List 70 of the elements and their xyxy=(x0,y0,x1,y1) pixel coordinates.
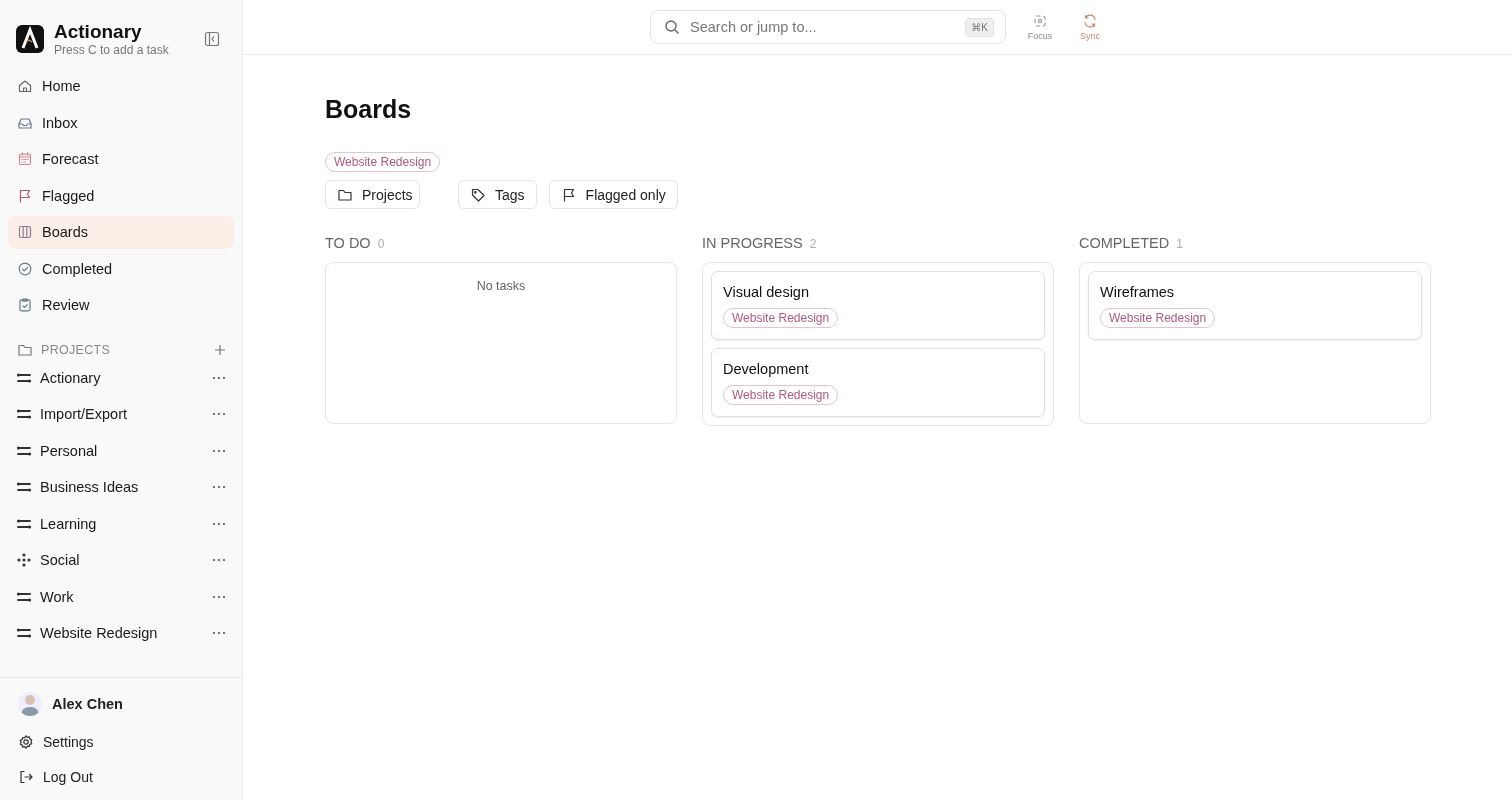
nav-item[interactable]: Completed xyxy=(8,252,234,285)
task-card[interactable]: Development Website Redesign xyxy=(711,348,1045,417)
column-count: 0 xyxy=(377,237,385,251)
logout-icon xyxy=(18,768,34,785)
sidebar-toggle-icon[interactable] xyxy=(204,31,220,47)
settings-icon xyxy=(18,733,34,750)
project-item[interactable]: Actionary xyxy=(40,369,204,386)
check-circle-icon xyxy=(17,260,33,277)
task-card[interactable]: Visual design Website Redesign xyxy=(711,271,1045,340)
search-field[interactable]: Search or jump to... xyxy=(688,18,958,36)
nav-item[interactable]: Home xyxy=(8,70,234,103)
nav-item[interactable]: Review xyxy=(8,289,234,322)
task-title: Development xyxy=(723,361,810,377)
project-tag: Website Redesign xyxy=(723,385,839,405)
nav-item[interactable]: Inbox xyxy=(8,106,234,139)
section-title: PROJECTS xyxy=(41,342,112,357)
project-tag: Website Redesign xyxy=(1100,308,1216,328)
task-title: Wireframes xyxy=(1100,284,1176,300)
clipboard-icon xyxy=(17,297,33,314)
task-title: Visual design xyxy=(723,284,810,300)
avatar xyxy=(18,692,42,716)
more-icon[interactable] xyxy=(212,594,226,599)
flag-icon xyxy=(17,187,33,204)
project-item[interactable]: Business Ideas xyxy=(40,479,204,496)
project-item[interactable]: Website Redesign xyxy=(40,625,204,642)
more-icon[interactable] xyxy=(212,448,226,453)
nav-item[interactable]: Forecast xyxy=(8,143,234,176)
project-item[interactable]: Learning xyxy=(40,515,204,532)
calendar-icon xyxy=(17,151,33,168)
board-icon xyxy=(17,224,33,241)
home-icon xyxy=(17,78,33,95)
project-item[interactable]: Work xyxy=(40,588,204,605)
more-icon[interactable] xyxy=(212,485,226,490)
user-name: Alex Chen xyxy=(52,696,123,712)
column-title: TO DO xyxy=(325,235,371,251)
filter-button[interactable]: Tags xyxy=(458,180,537,209)
project-item[interactable]: Import/Export xyxy=(40,406,204,423)
more-icon[interactable] xyxy=(212,558,226,563)
filter-button[interactable]: Flagged only xyxy=(548,180,678,209)
app-name: Actionary xyxy=(54,21,143,42)
project-tag: Website Redesign xyxy=(723,308,839,328)
footer-link[interactable]: Log Out xyxy=(8,759,234,794)
logo-icon xyxy=(16,25,44,53)
page-title: Boards xyxy=(325,95,413,124)
active-filter-tag[interactable]: Website Redesign xyxy=(325,152,441,172)
project-item[interactable]: Personal xyxy=(40,442,204,459)
task-card[interactable]: Wireframes Website Redesign xyxy=(1088,271,1422,340)
footer-link[interactable]: Settings xyxy=(8,724,234,759)
nav-item[interactable]: Flagged xyxy=(8,179,234,212)
column-title: IN PROGRESS xyxy=(702,235,803,251)
shortcut-hint: ⌘K xyxy=(965,17,994,37)
sync-icon xyxy=(1082,13,1098,29)
empty-message: No tasks xyxy=(475,278,527,293)
column-title: COMPLETED xyxy=(1079,235,1170,251)
add-project-button[interactable] xyxy=(214,343,226,356)
focus-icon xyxy=(1032,13,1048,29)
column-count: 1 xyxy=(1176,237,1183,251)
tag-icon xyxy=(470,186,486,203)
search-bar[interactable]: Search or jump to... ⌘K xyxy=(650,10,1006,44)
dots-icon xyxy=(16,552,32,569)
column-count: 2 xyxy=(809,237,817,251)
more-icon[interactable] xyxy=(212,521,226,526)
app-hint: Press C to add a task xyxy=(54,42,170,57)
project-item[interactable]: Social xyxy=(40,552,204,569)
more-icon[interactable] xyxy=(212,412,226,417)
nav-item[interactable]: Boards xyxy=(8,216,234,249)
filter-button[interactable]: Projects xyxy=(325,180,420,209)
search-icon xyxy=(664,19,680,35)
more-icon[interactable] xyxy=(212,631,226,636)
more-icon[interactable] xyxy=(212,375,226,380)
